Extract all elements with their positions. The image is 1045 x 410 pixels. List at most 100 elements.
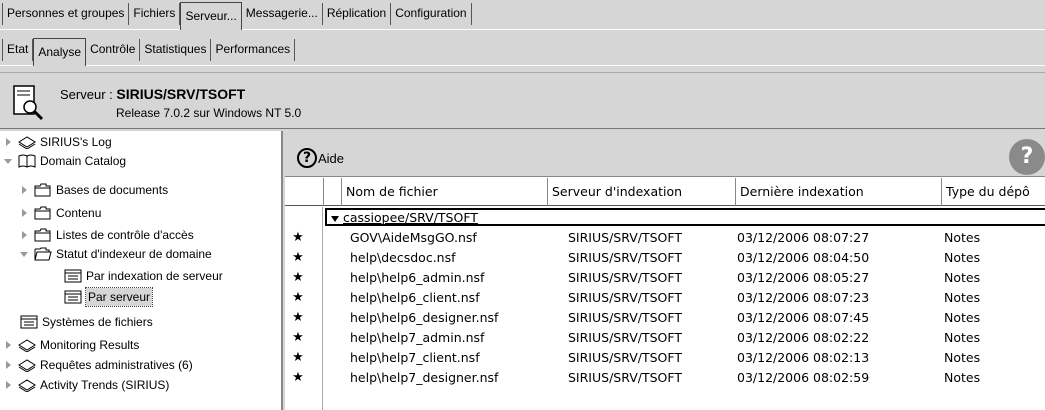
table-row[interactable]: ★ help\help6_client.nsf SIRIUS/SRV/TSOFT 03… (285, 288, 1045, 307)
cell-filename: GOV\AideMsgGO.nsf (350, 230, 477, 245)
help-button[interactable]: ? Aide (297, 148, 344, 168)
more-actions-icon[interactable]: ? (1009, 139, 1045, 175)
unread-star-icon: ★ (292, 310, 304, 325)
column-repository-type[interactable]: Type du dépô (941, 178, 1045, 206)
twisty-collapsed-icon[interactable] (4, 336, 14, 354)
cell-last-indexed: 03/12/2006 08:07:27 (737, 230, 870, 245)
twisty-expanded-icon[interactable] (20, 245, 30, 263)
folder-icon (34, 183, 52, 197)
table-row[interactable]: ★ help\help6_designer.nsf SIRIUS/SRV/TSOFT… (285, 308, 1045, 327)
tree-item-0[interactable]: SIRIUS's Log (4, 133, 112, 151)
tab-secondary-2[interactable]: Contrôle (86, 39, 141, 61)
column-star[interactable] (285, 178, 323, 206)
tree-item-label: Domain Catalog (40, 154, 127, 168)
tree-item-2[interactable]: Bases de documents (20, 181, 168, 199)
twisty-collapsed-icon[interactable] (4, 356, 14, 374)
cell-index-server: SIRIUS/SRV/TSOFT (568, 330, 683, 345)
cell-index-server: SIRIUS/SRV/TSOFT (568, 230, 683, 245)
tree-item-label: SIRIUS's Log (40, 135, 112, 149)
cell-repository-type: Notes (944, 370, 981, 385)
table-row[interactable]: ★ help\help6_admin.nsf SIRIUS/SRV/TSOFT 03/… (285, 268, 1045, 287)
tab-secondary-1[interactable]: Analyse (33, 38, 87, 66)
tree-item-3[interactable]: Contenu (20, 204, 101, 222)
cell-last-indexed: 03/12/2006 08:02:13 (737, 350, 870, 365)
unread-star-icon: ★ (292, 330, 304, 345)
cell-filename: help\help6_admin.nsf (350, 270, 485, 285)
table-row[interactable]: ★ GOV\AideMsgGO.nsf SIRIUS/SRV/TSOFT 03/12/… (285, 228, 1045, 247)
folder-icon (34, 228, 52, 242)
tab-secondary-3[interactable]: Statistiques (140, 39, 212, 61)
expand-triangle-icon[interactable] (331, 215, 339, 222)
book-icon (18, 154, 36, 168)
cell-filename: help\help7_designer.nsf (350, 370, 499, 385)
category-label: cassiopee/SRV/TSOFT (343, 210, 478, 225)
server-prefix: Serveur : (60, 87, 117, 102)
database-icon (18, 358, 36, 372)
unread-star-icon: ★ (292, 250, 304, 265)
tree-item-1[interactable]: Domain Catalog (4, 152, 126, 170)
cell-repository-type: Notes (944, 270, 981, 285)
column-blank (323, 178, 341, 206)
cell-index-server: SIRIUS/SRV/TSOFT (568, 370, 683, 385)
tree-item-4[interactable]: Listes de contrôle d'accès (20, 226, 194, 244)
cell-filename: help\help6_client.nsf (350, 290, 480, 305)
tree-item-6[interactable]: Par indexation de serveur (64, 267, 223, 285)
unread-star-icon: ★ (292, 370, 304, 385)
server-name-line: Serveur : SIRIUS/SRV/TSOFT (60, 86, 245, 102)
tree-item-label: Systèmes de fichiers (42, 315, 153, 329)
database-icon (18, 378, 36, 392)
cell-repository-type: Notes (944, 250, 981, 265)
cell-index-server: SIRIUS/SRV/TSOFT (568, 310, 683, 325)
twisty-collapsed-icon[interactable] (20, 226, 30, 244)
column-index-server[interactable]: Serveur d'indexation (547, 178, 735, 206)
tree-item-7[interactable]: Par serveur (64, 287, 154, 307)
twisty-collapsed-icon[interactable] (4, 376, 14, 394)
cell-last-indexed: 03/12/2006 08:07:45 (737, 310, 870, 325)
cell-index-server: SIRIUS/SRV/TSOFT (568, 290, 683, 305)
category-row[interactable]: cassiopee/SRV/TSOFT (325, 208, 1045, 226)
view-icon (64, 290, 82, 304)
column-filename[interactable]: Nom de fichier (341, 178, 547, 206)
column-header: Nom de fichier Serveur d'indexation Dern… (285, 178, 1045, 206)
cell-last-indexed: 03/12/2006 08:05:27 (737, 270, 870, 285)
unread-star-icon: ★ (292, 270, 304, 285)
cell-filename: help\decsdoc.nsf (350, 250, 456, 265)
tab-primary-0[interactable]: Personnes et groupes (2, 3, 130, 25)
tree-item-11[interactable]: Activity Trends (SIRIUS) (4, 376, 169, 394)
cell-last-indexed: 03/12/2006 08:04:50 (737, 250, 870, 265)
table-row[interactable]: ★ help\help7_admin.nsf SIRIUS/SRV/TSOFT 03/… (285, 328, 1045, 347)
tab-primary-1[interactable]: Fichiers (129, 3, 181, 25)
cell-repository-type: Notes (944, 310, 981, 325)
server-header: Serveur : SIRIUS/SRV/TSOFT Release 7.0.2… (0, 72, 1045, 129)
tab-secondary-0[interactable]: Etat (2, 39, 34, 61)
tree-item-label: Contenu (56, 206, 102, 220)
twisty-collapsed-icon[interactable] (20, 204, 30, 222)
tree-item-label: Par indexation de serveur (86, 269, 223, 283)
tree-item-8[interactable]: Systèmes de fichiers (20, 313, 153, 331)
twisty-collapsed-icon[interactable] (4, 133, 14, 151)
cell-index-server: SIRIUS/SRV/TSOFT (568, 350, 683, 365)
server-name: SIRIUS/SRV/TSOFT (116, 86, 246, 102)
help-label: Aide (318, 150, 345, 166)
tab-primary-5[interactable]: Configuration (391, 3, 472, 25)
tab-primary-2[interactable]: Serveur... (180, 2, 242, 30)
tab-primary-3[interactable]: Messagerie... (242, 3, 323, 25)
tab-secondary-4[interactable]: Performances (211, 39, 296, 61)
unread-star-icon: ★ (292, 350, 304, 365)
tree-item-10[interactable]: Requêtes administratives (6) (4, 356, 193, 374)
tab-primary-4[interactable]: Réplication (323, 3, 392, 25)
tree-item-9[interactable]: Monitoring Results (4, 336, 139, 354)
table-row[interactable]: ★ help\help7_designer.nsf SIRIUS/SRV/TSOFT… (285, 368, 1045, 387)
twisty-collapsed-icon[interactable] (20, 181, 30, 199)
twisty-expanded-icon[interactable] (4, 152, 14, 170)
action-bar: ? Aide ? (285, 131, 1045, 177)
table-row[interactable]: ★ help\help7_client.nsf SIRIUS/SRV/TSOFT 03… (285, 348, 1045, 367)
folder-open-icon (34, 247, 52, 261)
unread-star-icon: ★ (292, 230, 304, 245)
cell-filename: help\help7_client.nsf (350, 350, 480, 365)
tree-item-label: Par serveur (84, 287, 154, 307)
view-rows: cassiopee/SRV/TSOFT ★ GOV\AideMsgGO.nsf SI… (285, 207, 1045, 410)
column-last-indexed[interactable]: Dernière indexation (735, 178, 941, 206)
table-row[interactable]: ★ help\decsdoc.nsf SIRIUS/SRV/TSOFT 03/12/2… (285, 248, 1045, 267)
tree-item-5[interactable]: Statut d'indexeur de domaine (20, 245, 212, 263)
